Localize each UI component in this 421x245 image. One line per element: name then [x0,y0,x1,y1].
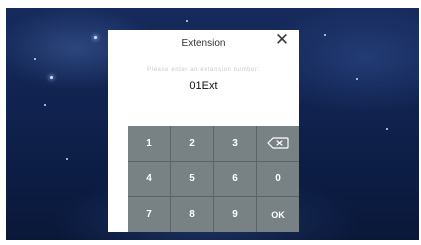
key-label: 9 [232,209,238,221]
key-7[interactable]: 7 [128,197,170,232]
close-icon: ✕ [274,30,290,50]
key-0[interactable]: 0 [257,161,299,197]
key-label: 4 [146,173,152,185]
star [50,76,53,79]
backspace-button[interactable] [257,126,299,161]
close-button[interactable]: ✕ [274,31,290,49]
key-label: 1 [146,137,152,149]
key-4[interactable]: 4 [128,161,170,197]
star [356,78,358,80]
backspace-icon [267,137,289,149]
key-8[interactable]: 8 [171,197,213,232]
key-3[interactable]: 3 [214,126,256,161]
device-screen: Extension ✕ Please enter an extension nu… [0,0,421,245]
key-label: 8 [189,209,195,221]
dialog-title: Extension [181,38,226,49]
star [186,20,188,22]
star [94,36,97,39]
star [66,158,68,160]
star [324,34,326,36]
key-label: 5 [189,173,195,185]
key-label: 6 [232,173,238,185]
key-label: 7 [146,209,152,221]
key-2[interactable]: 2 [171,126,213,161]
star [386,128,388,130]
ok-button[interactable]: OK [257,197,299,232]
key-label: 2 [189,137,195,149]
key-5[interactable]: 5 [171,161,213,197]
extension-dialog: Extension ✕ Please enter an extension nu… [108,30,299,232]
star [34,58,36,60]
key-9[interactable]: 9 [214,197,256,232]
key-label: 0 [275,173,281,185]
ok-label: OK [271,209,285,220]
key-6[interactable]: 6 [214,161,256,197]
key-1[interactable]: 1 [128,126,170,161]
extension-prompt: Please enter an extension number: [147,67,260,73]
extension-input-value[interactable]: 01Ext [108,80,299,92]
numeric-keypad: 1 2 3 4 5 6 0 7 8 9 OK [128,126,299,232]
key-label: 3 [232,137,238,149]
star [44,104,46,106]
